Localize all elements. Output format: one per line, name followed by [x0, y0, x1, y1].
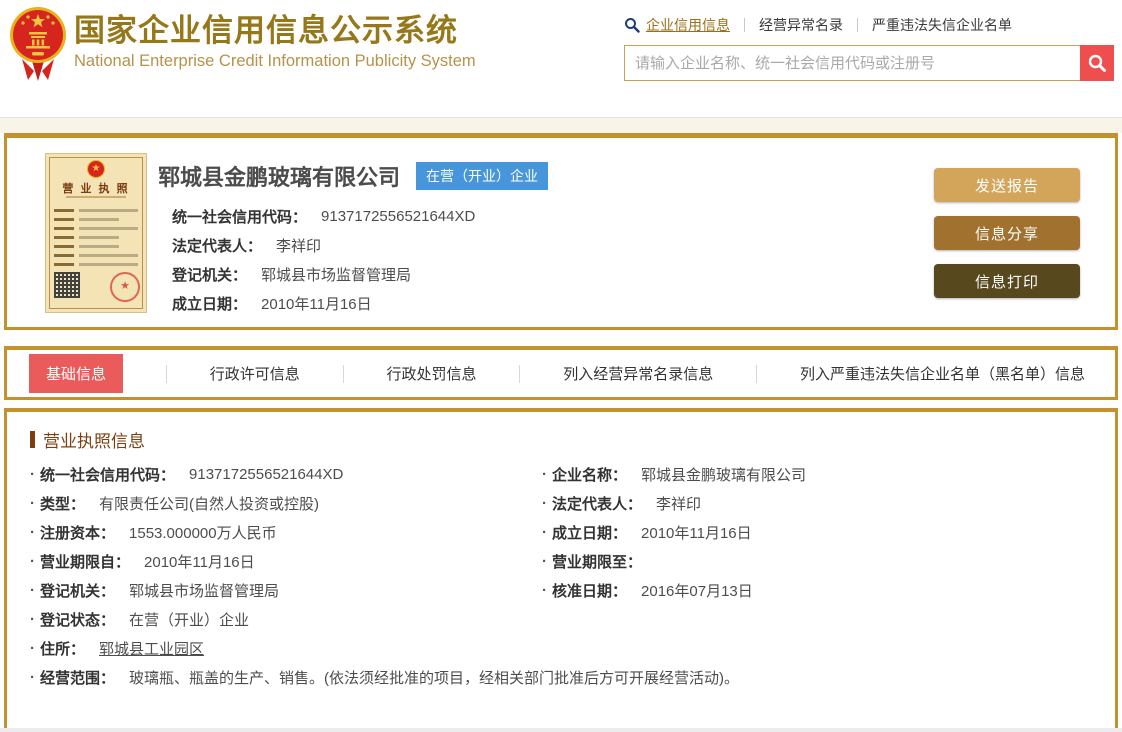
- header-cream-band: [0, 118, 1122, 133]
- national-emblem-logo: [8, 5, 68, 81]
- status-badge: 在营（开业）企业: [416, 162, 549, 190]
- search-icon: [625, 18, 640, 33]
- section-marker-bar: [30, 431, 35, 448]
- site-title: 国家企业信用信息公示系统: [74, 13, 458, 48]
- license-text-rows: [54, 206, 138, 269]
- address-link[interactable]: 郓城县工业园区: [99, 638, 204, 659]
- info-field-approval-date: · 核准日期： 2016年07月13日: [542, 582, 753, 600]
- info-field-legal-representative: · 法定代表人： 李祥印: [542, 495, 702, 513]
- field-legal-representative: 法定代表人： 李祥印: [172, 238, 322, 255]
- share-info-button[interactable]: 信息分享: [934, 216, 1080, 250]
- tab-blacklist[interactable]: 列入严重违法失信企业名单（黑名单）信息: [800, 363, 1085, 384]
- footer-strip: [0, 728, 1122, 732]
- info-field-registration-status: · 登记状态： 在营（开业）企业: [30, 611, 250, 629]
- company-summary-card: ★ 营 业 执 照 ★ 郓城县金鹏玻璃有限公司 在营（开业）企业 统一社会信用代…: [4, 133, 1118, 330]
- license-paper: ★ 营 业 执 照 ★: [45, 153, 147, 313]
- field-credit-code: 统一社会信用代码： 9137172556521644XD: [172, 208, 476, 226]
- field-registration-authority: 登记机关： 郓城县市场监督管理局: [172, 267, 412, 284]
- info-field-empty: [542, 634, 1095, 663]
- info-field-business-scope: · 经营范围： 玻璃瓶、瓶盖的生产、销售。(依法须经批准的项目，经相关部门批准后…: [30, 669, 740, 687]
- license-info-grid: · 统一社会信用代码： 9137172556521644XD · 企业名称： 郓…: [30, 460, 1095, 692]
- search-icon: [1088, 54, 1106, 72]
- field-establishment-date: 成立日期： 2010年11月16日: [172, 296, 372, 313]
- info-field-registration-authority: · 登记机关： 郓城县市场监督管理局: [30, 582, 280, 600]
- info-field-establishment-date: · 成立日期： 2010年11月16日: [542, 524, 752, 542]
- print-info-button[interactable]: 信息打印: [934, 264, 1080, 298]
- nav-link-abnormal-operations[interactable]: 经营异常名录: [759, 15, 843, 35]
- info-field-company-name: · 企业名称： 郓城县金鹏玻璃有限公司: [542, 466, 807, 484]
- tab-abnormal-operations-list[interactable]: 列入经营异常名录信息: [563, 363, 713, 384]
- card-action-buttons: 发送报告 信息分享 信息打印: [934, 168, 1080, 312]
- tab-administrative-penalty[interactable]: 行政处罚信息: [386, 363, 476, 384]
- tab-basic-info[interactable]: 基础信息: [29, 354, 124, 393]
- license-emblem-icon: ★: [87, 160, 105, 178]
- tab-divider: [342, 364, 344, 383]
- search-button[interactable]: [1080, 45, 1114, 81]
- header: 国家企业信用信息公示系统 National Enterprise Credit …: [0, 0, 1122, 118]
- company-key-fields: 统一社会信用代码： 9137172556521644XD 法定代表人： 李祥印 …: [172, 202, 475, 318]
- send-report-button[interactable]: 发送报告: [934, 168, 1080, 202]
- info-field-credit-code: · 统一社会信用代码： 9137172556521644XD: [30, 466, 344, 484]
- license-red-seal-icon: ★: [110, 272, 140, 302]
- info-field-term-to: · 营业期限至：: [542, 553, 643, 571]
- site-subtitle: National Enterprise Credit Information P…: [74, 52, 476, 70]
- nav-divider: [857, 18, 858, 32]
- info-field-empty: [542, 605, 1095, 634]
- license-subtitle-line: [66, 196, 126, 198]
- info-field-registered-capital: · 注册资本： 1553.000000万人民币: [30, 524, 277, 542]
- basic-info-panel: 营业执照信息 · 统一社会信用代码： 9137172556521644XD · …: [4, 408, 1118, 728]
- nav-link-enterprise-credit[interactable]: 企业信用信息: [646, 15, 730, 35]
- site-branding: 国家企业信用信息公示系统 National Enterprise Credit …: [74, 13, 476, 71]
- business-license-thumbnail[interactable]: ★ 营 业 执 照 ★: [40, 151, 152, 315]
- tab-administrative-license[interactable]: 行政许可信息: [210, 363, 300, 384]
- license-title: 营 业 执 照: [62, 183, 130, 195]
- info-field-address: · 住所： 郓城县工业园区: [30, 638, 205, 659]
- license-qr-code: [54, 272, 80, 298]
- top-navigation: 企业信用信息 经营异常名录 严重违法失信企业名单: [624, 14, 1120, 36]
- nav-link-serious-violations[interactable]: 严重违法失信企业名单: [872, 15, 1012, 35]
- company-info: 郓城县金鹏玻璃有限公司 在营（开业）企业: [158, 160, 549, 192]
- info-field-company-type: · 类型： 有限责任公司(自然人投资或控股): [30, 495, 320, 513]
- tab-divider: [165, 364, 167, 383]
- search-input[interactable]: [624, 45, 1080, 81]
- info-field-term-from: · 营业期限自： 2010年11月16日: [30, 553, 255, 571]
- tab-divider: [519, 364, 521, 383]
- section-header: 营业执照信息: [30, 427, 145, 452]
- section-title: 营业执照信息: [43, 432, 145, 451]
- company-name: 郓城县金鹏玻璃有限公司: [158, 165, 401, 190]
- tabs-bar: 基础信息 行政许可信息 行政处罚信息 列入经营异常名录信息 列入严重违法失信企业…: [7, 350, 1115, 397]
- nav-divider: [744, 18, 745, 32]
- tabs-panel: 基础信息 行政许可信息 行政处罚信息 列入经营异常名录信息 列入严重违法失信企业…: [4, 346, 1118, 400]
- search-bar: [624, 45, 1120, 81]
- header-right: 企业信用信息 经营异常名录 严重违法失信企业名单: [624, 14, 1120, 81]
- tab-divider: [756, 364, 758, 383]
